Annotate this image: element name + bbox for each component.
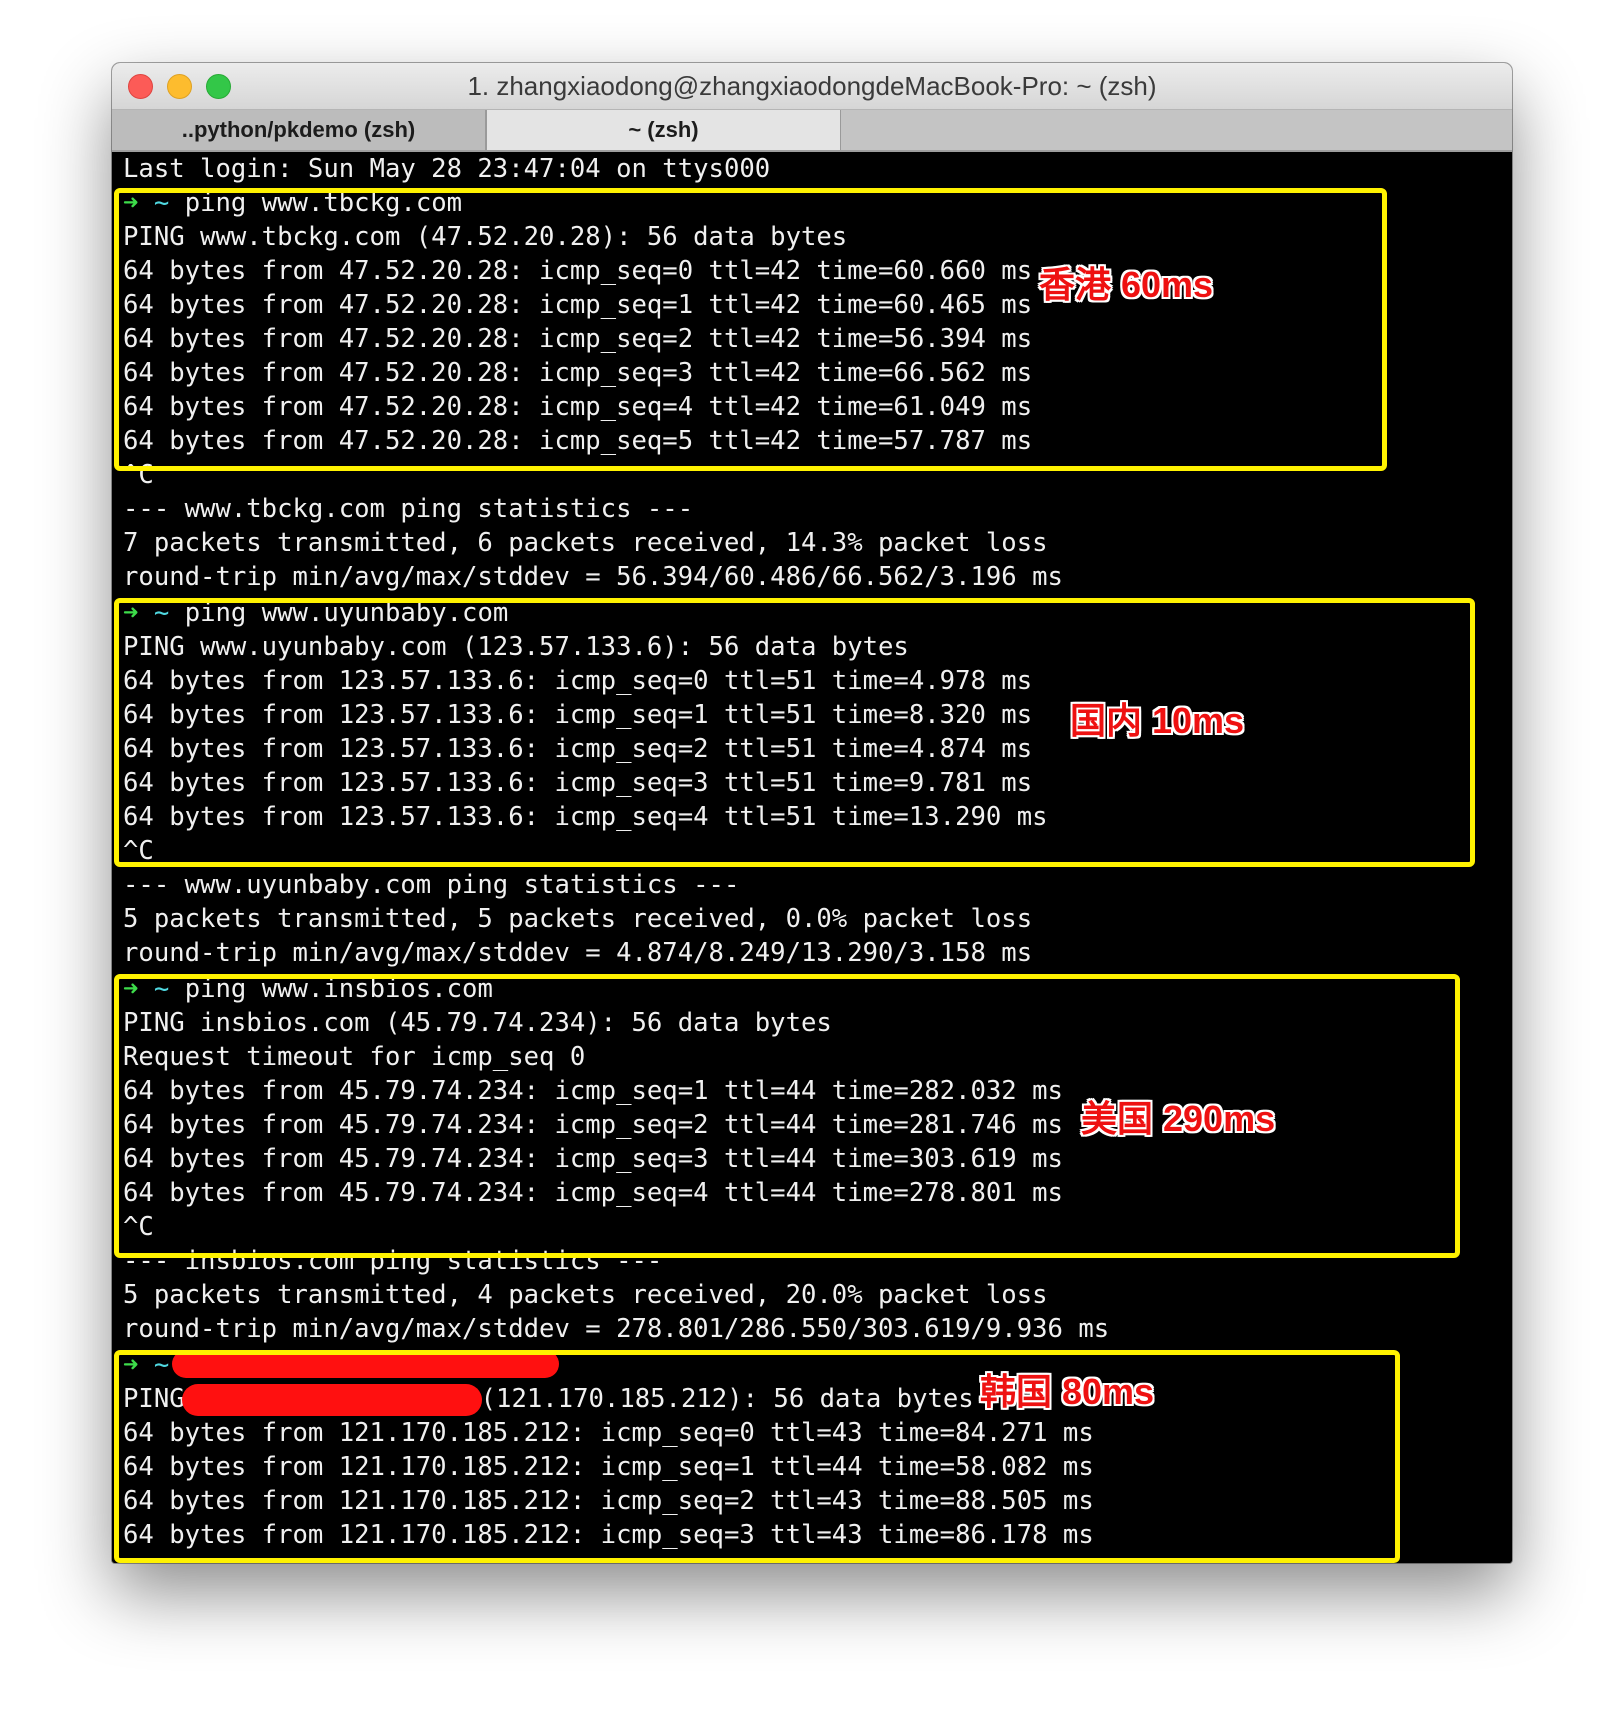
highlight-box-hongkong bbox=[114, 188, 1387, 471]
annotation-hongkong: 香港 60ms bbox=[1039, 264, 1214, 305]
window-title: 1. zhangxiaodong@zhangxiaodongdeMacBook-… bbox=[467, 71, 1157, 101]
stats-packets: 5 packets transmitted, 4 packets receive… bbox=[123, 1280, 1048, 1310]
stats-header: --- www.uyunbaby.com ping statistics --- bbox=[123, 870, 740, 900]
stats-header: --- www.tbckg.com ping statistics --- bbox=[123, 494, 694, 524]
highlight-box-korea bbox=[114, 1350, 1400, 1563]
annotation-domestic: 国内 10ms bbox=[1070, 700, 1245, 741]
title-bar[interactable]: 1. zhangxiaodong@zhangxiaodongdeMacBook-… bbox=[112, 63, 1512, 110]
last-login-line: Last login: Sun May 28 23:47:04 on ttys0… bbox=[123, 154, 771, 184]
annotation-korea: 韩国 80ms bbox=[980, 1371, 1155, 1412]
stats-packets: 7 packets transmitted, 6 packets receive… bbox=[123, 528, 1048, 558]
terminal-output[interactable]: Last login: Sun May 28 23:47:04 on ttys0… bbox=[112, 152, 1512, 1563]
stats-packets: 5 packets transmitted, 5 packets receive… bbox=[123, 904, 1033, 934]
highlight-box-domestic bbox=[114, 598, 1475, 867]
tab-bar: ..python/pkdemo (zsh) ~ (zsh) bbox=[112, 110, 1512, 152]
tab-home[interactable]: ~ (zsh) bbox=[486, 110, 841, 150]
terminal-window: 1. zhangxiaodong@zhangxiaodongdeMacBook-… bbox=[112, 63, 1512, 1563]
stats-rtt: round-trip min/avg/max/stddev = 56.394/6… bbox=[123, 562, 1063, 592]
tab-pkdemo[interactable]: ..python/pkdemo (zsh) bbox=[112, 110, 486, 150]
stats-rtt: round-trip min/avg/max/stddev = 4.874/8.… bbox=[123, 938, 1033, 968]
stats-rtt: round-trip min/avg/max/stddev = 278.801/… bbox=[123, 1314, 1110, 1344]
annotation-usa: 美国 290ms bbox=[1081, 1098, 1276, 1139]
